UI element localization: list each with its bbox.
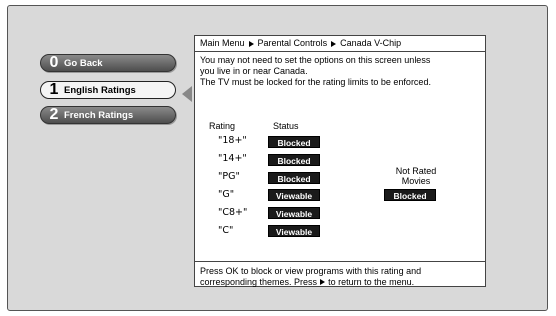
status-toggle[interactable]: Viewable [268,189,320,201]
french-ratings-button[interactable]: 2 French Ratings [40,106,176,124]
breadcrumb-arrow-icon [331,40,337,47]
selection-pointer-icon [182,86,192,102]
status-toggle[interactable]: Viewable [268,207,320,219]
status-toggle[interactable]: Blocked [268,136,320,148]
footer-text: corresponding themes. Press [200,277,318,287]
footer-line2: corresponding themes. Press to return to … [200,277,480,288]
footer-text: to return to the menu. [328,277,415,287]
help-footer: Press OK to block or view programs with … [195,261,485,292]
menu-number: 2 [49,106,59,123]
menu-label: French Ratings [64,109,134,121]
content-panel: Main Menu Parental Controls Canada V-Chi… [194,35,486,287]
breadcrumb-item: Canada V-Chip [340,38,402,48]
rating-label: "C" [218,225,234,236]
breadcrumb-arrow-icon [248,40,254,47]
menu-label: Go Back [64,57,103,69]
right-arrow-icon [320,279,326,285]
rating-label: "PG" [218,171,240,182]
go-back-button[interactable]: 0 Go Back [40,54,176,72]
status-toggle[interactable]: Blocked [268,172,320,184]
description-line: The TV must be locked for the rating lim… [200,77,431,87]
menu-label: English Ratings [64,84,136,96]
status-column-header: Status [273,121,299,131]
breadcrumb: Main Menu Parental Controls Canada V-Chi… [195,36,485,52]
menu-number: 1 [49,81,59,98]
status-toggle[interactable]: Blocked [268,154,320,166]
rating-label: "14+" [218,153,247,164]
description-line: you live in or near Canada. [200,66,308,76]
not-rated-movies-label: Not Rated Movies [385,166,447,186]
footer-line: Press OK to block or view programs with … [200,266,422,276]
rating-label: "G" [218,189,235,200]
english-ratings-button[interactable]: 1 English Ratings [40,81,176,99]
description-line: You may not need to set the options on t… [200,55,431,65]
tv-screen: 0 Go Back 1 English Ratings 2 French Rat… [7,5,548,311]
status-toggle[interactable]: Viewable [268,225,320,237]
menu-number: 0 [49,54,59,71]
not-rated-line: Movies [401,176,431,186]
not-rated-status-toggle[interactable]: Blocked [384,189,436,201]
not-rated-line: Not Rated [395,166,437,176]
description: You may not need to set the options on t… [195,52,485,91]
breadcrumb-item[interactable]: Main Menu [200,36,245,51]
rating-label: "18+" [218,135,247,146]
rating-label: "C8+" [218,207,248,218]
rating-column-header: Rating [209,121,236,131]
breadcrumb-item[interactable]: Parental Controls [258,36,328,51]
